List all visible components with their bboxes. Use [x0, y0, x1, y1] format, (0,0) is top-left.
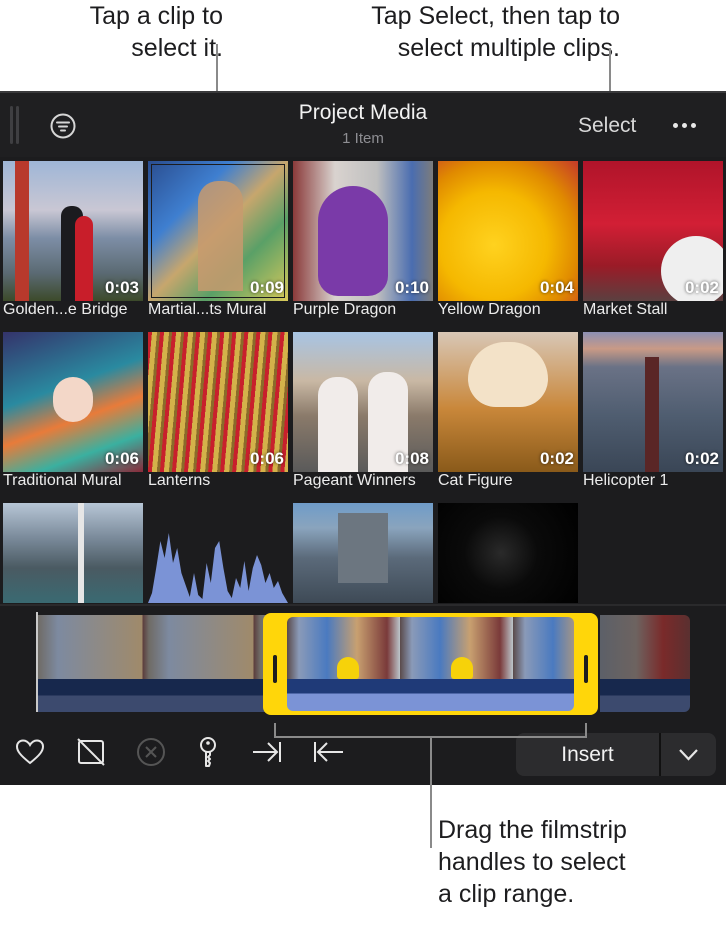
selected-audio [287, 679, 574, 711]
left-range-handle[interactable] [273, 655, 277, 683]
bridge-tower [15, 161, 29, 301]
clip-duration: 0:04 [539, 278, 574, 297]
yellow-object [451, 657, 473, 679]
callout-line: select it. [131, 34, 223, 62]
clip-thumbnail[interactable]: 0:04 [438, 161, 578, 301]
header-bar: Project Media 1 Item Select [0, 91, 726, 157]
filmstrip-video-left [38, 615, 270, 679]
selected-range [287, 617, 574, 711]
callout-leader-line [430, 736, 432, 848]
mural-figure [198, 181, 243, 291]
audio-waveform [148, 533, 288, 603]
clip-thumbnail[interactable] [438, 503, 578, 603]
clip-name: Traditional Mural [3, 472, 122, 489]
callout-tap-select: Tap Select, then tap to select multiple … [300, 0, 620, 64]
callout-line: select multiple clips. [397, 34, 620, 62]
clip-thumbnail[interactable]: 0:06 [3, 332, 143, 472]
filmstrip-video-right [600, 615, 690, 679]
pageant-winner [318, 377, 358, 472]
clip-name: Lanterns [148, 472, 211, 489]
mural-face [53, 377, 93, 422]
project-media-panel: Project Media 1 Item Select 0:03 Golden.… [0, 91, 726, 785]
clip-name: Martial...ts Mural [148, 301, 267, 318]
clip-image [438, 503, 578, 603]
figure [75, 216, 93, 301]
clip-duration: 0:06 [104, 449, 139, 468]
callout-line: Drag the filmstrip [438, 816, 627, 844]
purple-dragon [318, 186, 388, 296]
clip-thumbnail[interactable] [293, 503, 433, 603]
ellipsis-icon[interactable] [673, 123, 699, 129]
heart-icon[interactable] [14, 736, 46, 768]
clip-thumbnail[interactable]: 0:10 [293, 161, 433, 301]
clip-thumbnail[interactable]: 0:02 [583, 161, 723, 301]
waveform-shape [148, 533, 288, 603]
no-image-icon[interactable] [75, 736, 107, 768]
bridge-tower [78, 503, 84, 603]
filmstrip-audio-left [38, 679, 270, 712]
callout-leader-line [274, 723, 276, 737]
selection-range-frame[interactable] [263, 613, 598, 715]
select-button[interactable]: Select [578, 114, 636, 138]
insert-button[interactable]: Insert [516, 733, 659, 776]
bridge-tower [645, 357, 659, 472]
callout-line: handles to select [438, 848, 626, 876]
building [338, 513, 388, 583]
callout-tap-clip: Tap a clip to select it. [53, 0, 223, 64]
callout-line: Tap Select, then tap to [371, 2, 620, 30]
clip-thumbnail[interactable]: 0:06 [148, 332, 288, 472]
clip-name: Purple Dragon [293, 301, 397, 318]
selected-video-frames [287, 617, 574, 679]
callout-line: a clip range. [438, 880, 575, 908]
clip-duration: 0:08 [394, 449, 429, 468]
clip-duration: 0:09 [249, 278, 284, 297]
clip-thumbnail[interactable]: 0:03 [3, 161, 143, 301]
clip-duration: 0:02 [684, 278, 719, 297]
audio-clip-thumbnail[interactable] [148, 503, 288, 603]
filmstrip-timeline[interactable] [0, 604, 726, 724]
chevron-down-icon[interactable] [661, 733, 716, 776]
clip-thumbnail[interactable]: 0:08 [293, 332, 433, 472]
clip-name: Cat Figure [438, 472, 513, 489]
clip-duration: 0:06 [249, 449, 284, 468]
cat-figure-head [468, 342, 548, 407]
filmstrip-audio-right [600, 679, 690, 712]
clip-duration: 0:02 [539, 449, 574, 468]
key-icon[interactable] [192, 736, 224, 768]
right-range-handle[interactable] [584, 655, 588, 683]
insert-button-group: Insert [516, 733, 716, 776]
clip-image [3, 503, 143, 603]
clip-name: Market Stall [583, 301, 668, 318]
x-circle-icon [137, 738, 165, 766]
playhead[interactable] [36, 612, 38, 712]
callout-line: Tap a clip to [89, 2, 223, 30]
clip-thumbnail[interactable] [3, 503, 143, 603]
bottom-toolbar: Insert [0, 722, 726, 785]
callout-drag-handles: Drag the filmstrip handles to select a c… [438, 814, 718, 910]
arrow-to-right-bar-icon[interactable] [251, 736, 283, 768]
clip-duration: 0:02 [684, 449, 719, 468]
arrow-left-from-bar-icon[interactable] [312, 736, 344, 768]
clip-thumbnail[interactable]: 0:02 [583, 332, 723, 472]
clip-name: Helicopter 1 [583, 472, 669, 489]
callout-leader-line [585, 723, 587, 737]
clip-duration: 0:03 [104, 278, 139, 297]
yellow-object [337, 657, 359, 679]
clip-name: Golden...e Bridge [3, 301, 128, 318]
clip-thumbnail[interactable]: 0:02 [438, 332, 578, 472]
clip-thumbnail-selected[interactable]: 0:09 [148, 161, 288, 301]
clip-name: Yellow Dragon [438, 301, 541, 318]
clip-duration: 0:10 [394, 278, 429, 297]
clip-name: Pageant Winners [293, 472, 416, 489]
